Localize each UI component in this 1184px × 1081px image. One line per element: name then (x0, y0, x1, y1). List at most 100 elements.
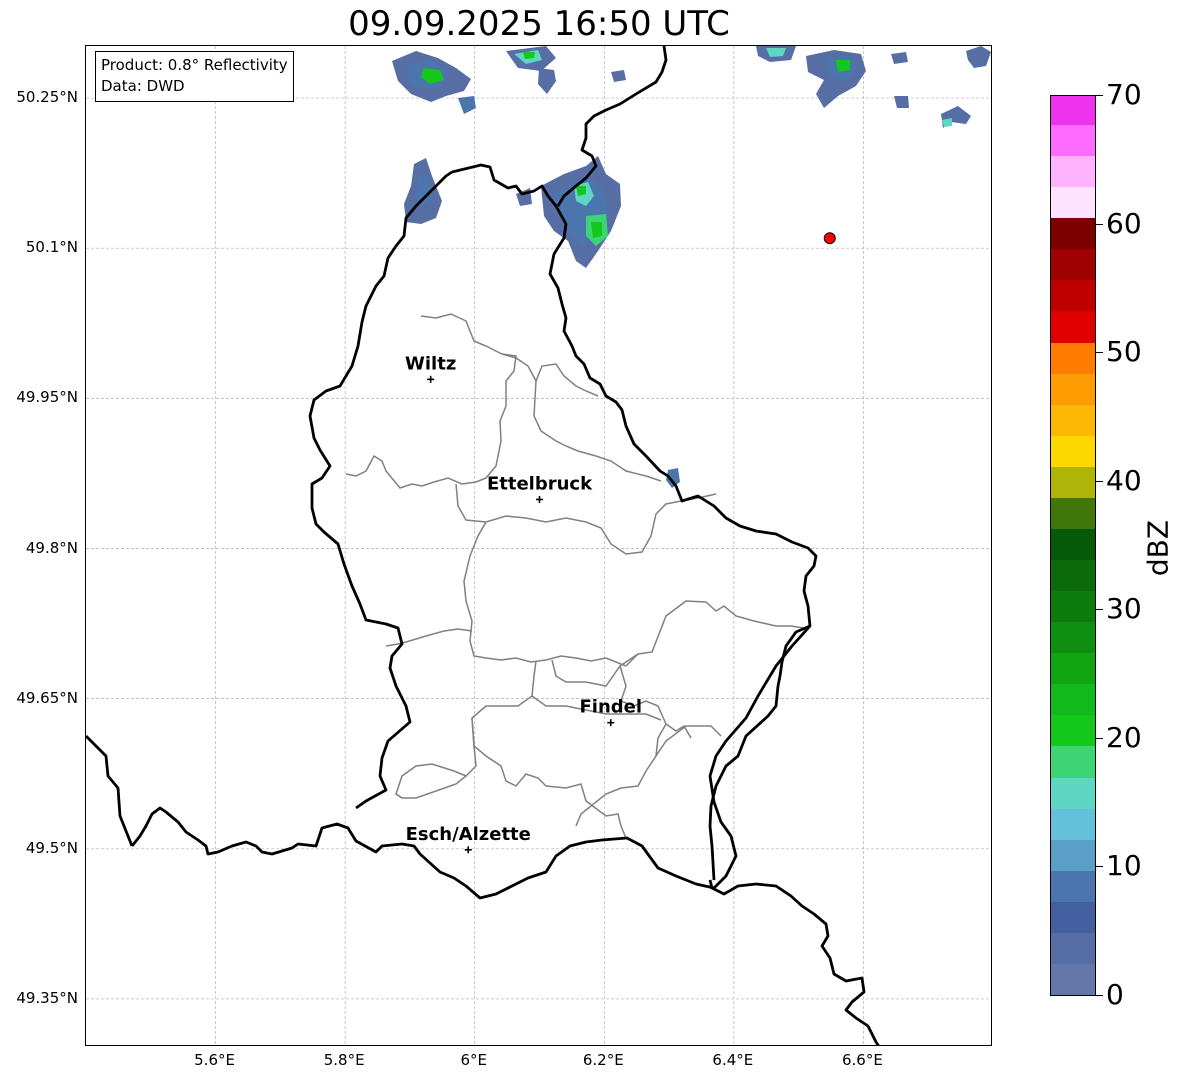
city-marker: Findel (579, 697, 642, 727)
radar-echo-cluster (894, 96, 909, 108)
national-borders (86, 46, 880, 1045)
info-box: Product: 0.8° Reflectivity Data: DWD (95, 51, 294, 102)
canton-border (455, 483, 717, 555)
colorbar-tick (1096, 95, 1103, 96)
lon-tick-label: 5.6°E (194, 1051, 235, 1069)
canton-border (395, 775, 467, 799)
colorbar-tick-label: 70 (1106, 78, 1142, 111)
colorbar-title: dBZ (1141, 519, 1175, 577)
lon-tick-label: 6.4°E (712, 1051, 754, 1069)
colorbar-segment (1051, 932, 1095, 964)
canton-border (575, 723, 667, 827)
radar-echo-cluster (836, 60, 850, 72)
city-label: Wiltz (405, 353, 456, 374)
city-label: Findel (579, 697, 642, 718)
colorbar-segment (1051, 466, 1095, 498)
colorbar-tick-label: 60 (1106, 206, 1142, 240)
map-gridlines (86, 46, 991, 1045)
radar-echo-cluster (538, 68, 556, 94)
lon-tick-label: 6.6°E (842, 1051, 883, 1069)
colorbar-segment (1051, 559, 1095, 592)
colorbar-segment (1051, 373, 1095, 405)
lon-tick-label: 6.2°E (582, 1051, 624, 1069)
colorbar-segment (1051, 404, 1095, 436)
country-border (708, 879, 880, 1045)
lat-tick-label: 49.8°N (25, 538, 78, 557)
lat-tick-label: 49.65°N (16, 688, 78, 707)
colorbar-tick (1096, 995, 1103, 996)
product-label: Product: 0.8° Reflectivity (101, 56, 288, 74)
colorbar-tick-label: 40 (1106, 463, 1142, 497)
city-markers: Wiltz Ettelbruck Findel Esch/Alzette (405, 353, 642, 854)
colorbar-segment (1051, 870, 1095, 902)
colorbar-segment (1051, 839, 1095, 871)
colorbar-segment (1051, 186, 1095, 219)
point-marker (823, 232, 836, 245)
radar-echo-cluster (966, 46, 991, 68)
luxembourg-border (308, 170, 453, 810)
colorbar-segment (1051, 808, 1095, 840)
colorbar-segment (1051, 714, 1095, 747)
colorbar-segment (1051, 217, 1095, 250)
colorbar-segment (1051, 497, 1095, 529)
colorbar-segment (1051, 683, 1095, 716)
colorbar-tick-label: 0 (1106, 978, 1124, 1011)
radar-map: Wiltz Ettelbruck Findel Esch/Alzette (85, 45, 992, 1046)
colorbar-segment (1051, 435, 1095, 467)
canton-border (501, 353, 599, 397)
colorbar-segment (1051, 652, 1095, 685)
radar-echo-cluster (458, 96, 476, 114)
colorbar-segment (1051, 124, 1095, 157)
colorbar-tick (1096, 737, 1103, 739)
location-dot (823, 232, 836, 245)
colorbar-tick-label: 20 (1106, 720, 1142, 754)
map-canvas: Wiltz Ettelbruck Findel Esch/Alzette (86, 46, 991, 1045)
colorbar-tick (1096, 223, 1103, 225)
canton-border (655, 725, 722, 757)
colorbar-tick (1096, 609, 1103, 611)
colorbar-segment (1051, 621, 1095, 654)
radar-echo-cluster (891, 52, 908, 64)
radar-echo-cluster (611, 70, 626, 82)
luxembourg-border (130, 163, 818, 900)
colorbar-segment (1051, 248, 1095, 281)
colorbar-segment (1051, 901, 1095, 933)
colorbar-tick-label: 30 (1106, 592, 1142, 626)
colorbar-segment (1051, 776, 1095, 809)
colorbar (1050, 95, 1096, 996)
colorbar-segment (1051, 96, 1095, 126)
colorbar-segment (1051, 155, 1095, 188)
colorbar-tick-label: 10 (1106, 849, 1142, 883)
colorbar-tick-label: 50 (1106, 335, 1142, 369)
lon-tick-label: 6°E (460, 1051, 487, 1069)
colorbar-tick (1096, 352, 1103, 354)
canton-border (345, 313, 517, 489)
city-marker: Wiltz (405, 353, 456, 383)
canton-border (463, 521, 627, 667)
lat-tick-label: 49.5°N (25, 838, 78, 857)
colorbar-segment (1051, 590, 1095, 623)
city-marker: Ettelbruck (487, 473, 593, 503)
canton-border (471, 717, 627, 839)
lon-tick-label: 5.8°E (323, 1051, 365, 1069)
canton-border (395, 660, 537, 799)
country-border (708, 624, 811, 881)
lat-tick-label: 50.25°N (16, 88, 78, 107)
lat-tick-label: 49.35°N (16, 988, 78, 1007)
city-label: Esch/Alzette (406, 824, 531, 845)
data-source-label: Data: DWD (101, 77, 185, 95)
map-title: 09.09.2025 16:50 UTC (348, 4, 730, 44)
radar-echo-cluster (523, 52, 535, 59)
colorbar-segment (1051, 963, 1095, 995)
country-border (86, 735, 134, 847)
canton-border (625, 600, 805, 667)
city-label: Ettelbruck (487, 473, 593, 494)
colorbar-segment (1051, 341, 1095, 374)
colorbar-segment (1051, 310, 1095, 343)
colorbar-segment (1051, 528, 1095, 561)
colorbar-tick (1096, 480, 1103, 482)
lat-tick-label: 50.1°N (25, 238, 78, 257)
radar-echoes (392, 46, 991, 488)
lat-tick-label: 49.95°N (16, 388, 78, 407)
colorbar-segment (1051, 745, 1095, 778)
